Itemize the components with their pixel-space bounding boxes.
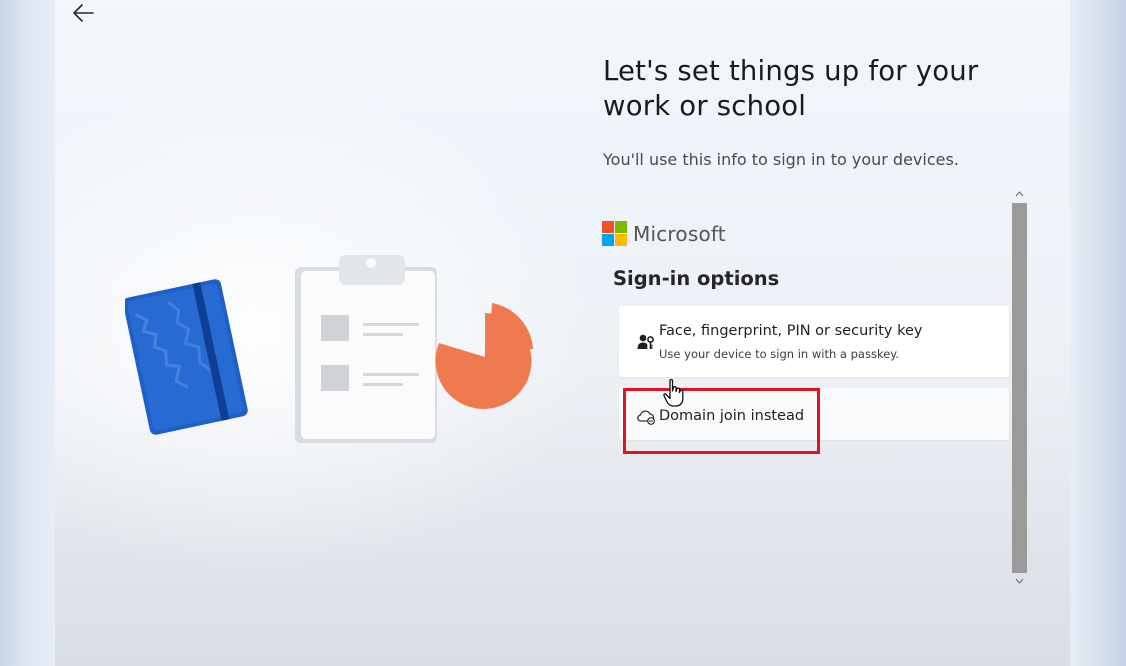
clipboard-illustration [295, 255, 437, 443]
microsoft-wordmark: Microsoft [633, 221, 726, 246]
scroll-up-button[interactable] [1013, 187, 1026, 200]
scroll-thumb[interactable] [1012, 203, 1027, 573]
back-arrow-icon [73, 4, 94, 22]
page-subtitle: You'll use this info to sign in to your … [603, 150, 959, 169]
chevron-down-icon [1015, 578, 1024, 584]
options-scrollbar[interactable] [1011, 185, 1028, 591]
hand-pointer-icon [663, 378, 684, 407]
pie-chart-illustration [435, 303, 533, 409]
oobe-window: Let's set things up for your work or sch… [55, 0, 1070, 666]
signin-options-heading: Sign-in options [613, 267, 780, 290]
passkey-option[interactable]: Face, fingerprint, PIN or security key U… [619, 306, 1009, 377]
page-title: Let's set things up for your work or sch… [603, 55, 979, 122]
microsoft-logo-icon [602, 221, 627, 246]
scroll-down-button[interactable] [1013, 574, 1026, 587]
notebook-illustration [123, 279, 248, 435]
cloud-domain-icon [636, 409, 656, 429]
chevron-up-icon [1015, 190, 1024, 196]
microsoft-logo: Microsoft [602, 221, 726, 246]
back-button[interactable] [67, 0, 99, 26]
work-school-illustration [123, 245, 545, 459]
hand-pointer-cursor [663, 378, 685, 412]
passkey-option-description: Use your device to sign in with a passke… [659, 347, 900, 361]
person-key-icon [637, 333, 655, 355]
passkey-option-title: Face, fingerprint, PIN or security key [659, 323, 923, 339]
